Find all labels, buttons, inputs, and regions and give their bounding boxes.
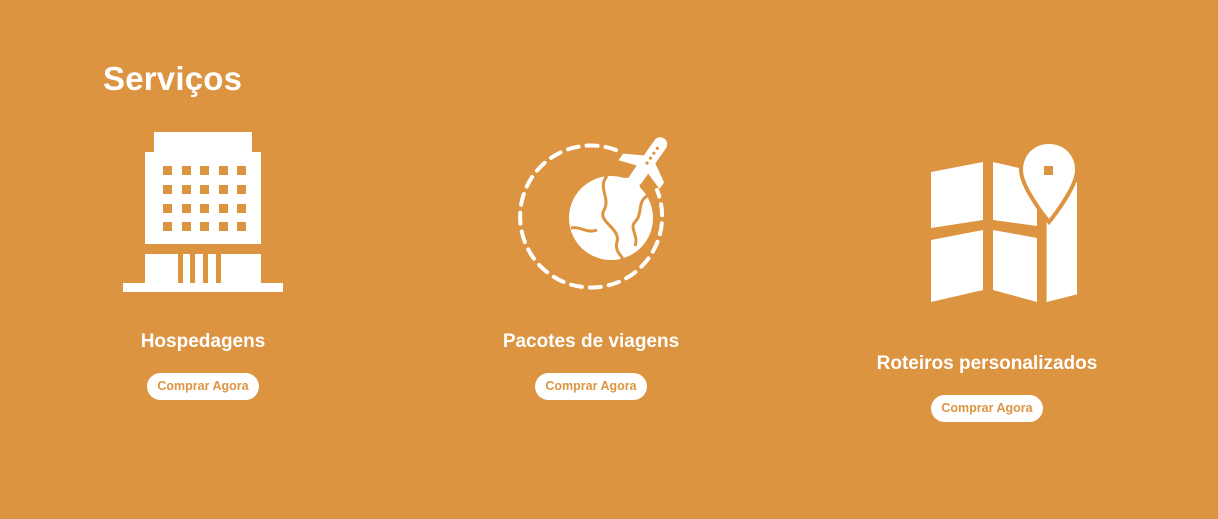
globe-airplane-icon xyxy=(518,137,668,290)
service-title: Pacotes de viagens xyxy=(502,331,680,352)
services-section: Serviços Hospedagens Comprar Agora Pacot… xyxy=(0,0,1218,519)
service-card-roteiros-personalizados: Roteiros personalizados Comprar Agora xyxy=(867,130,1107,422)
section-title: Serviços xyxy=(103,60,243,97)
map-pin-icon xyxy=(931,139,1077,302)
hotel-building-icon xyxy=(123,132,283,292)
buy-now-button[interactable]: Comprar Agora xyxy=(931,395,1043,422)
service-card-hospedagens: Hospedagens Comprar Agora xyxy=(103,130,303,400)
service-title: Roteiros personalizados xyxy=(876,353,1098,374)
service-card-pacotes-de-viagens: Pacotes de viagens Comprar Agora xyxy=(491,130,691,400)
buy-now-button[interactable]: Comprar Agora xyxy=(535,373,647,400)
buy-now-button[interactable]: Comprar Agora xyxy=(147,373,259,400)
service-title: Hospedagens xyxy=(140,331,266,352)
